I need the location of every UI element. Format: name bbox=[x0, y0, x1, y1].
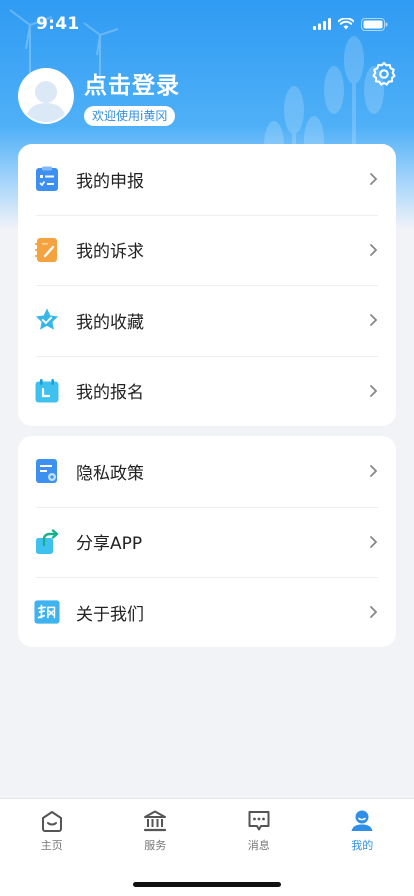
menu-item-label: 我的申报 bbox=[76, 171, 144, 192]
settings-gear-icon[interactable] bbox=[370, 60, 398, 88]
primary-menu-card: 我的申报 我的诉求 我的收藏 我的报名 bbox=[18, 144, 396, 426]
chevron-right-icon bbox=[370, 314, 378, 327]
default-avatar-icon bbox=[25, 81, 67, 122]
about-logo-icon bbox=[34, 599, 60, 625]
welcome-badge: 欢迎使用i黄冈 bbox=[84, 106, 176, 126]
share-icon bbox=[34, 529, 60, 555]
secondary-menu-card: 隐私政策 分享APP 关于我们 bbox=[18, 436, 396, 647]
tab-profile[interactable]: 我的 bbox=[311, 799, 414, 859]
chevron-right-icon bbox=[370, 384, 378, 397]
tab-home[interactable]: 主页 bbox=[0, 799, 104, 859]
favorite-star-icon bbox=[34, 307, 60, 333]
menu-item-label: 关于我们 bbox=[76, 604, 144, 625]
registration-calendar-icon bbox=[34, 378, 60, 404]
menu-item-favorites[interactable]: 我的收藏 bbox=[18, 285, 396, 356]
wifi-icon bbox=[338, 18, 354, 30]
appeal-icon bbox=[34, 237, 60, 263]
home-indicator bbox=[133, 882, 281, 887]
message-icon bbox=[248, 811, 270, 831]
menu-item-registration[interactable]: 我的报名 bbox=[18, 355, 396, 427]
home-icon bbox=[41, 811, 62, 832]
menu-item-label: 我的诉求 bbox=[76, 242, 144, 263]
tab-messages[interactable]: 消息 bbox=[207, 799, 311, 859]
menu-item-label: 我的报名 bbox=[76, 383, 144, 404]
tab-service[interactable]: 服务 bbox=[104, 799, 208, 859]
status-time: 9:41 bbox=[36, 14, 80, 34]
battery-icon bbox=[361, 17, 388, 31]
service-bank-icon bbox=[144, 810, 167, 832]
profile-login-area[interactable]: 点击登录 欢迎使用i黄冈 bbox=[18, 66, 180, 126]
login-title[interactable]: 点击登录 bbox=[84, 66, 180, 100]
menu-item-label: 隐私政策 bbox=[76, 463, 144, 484]
menu-item-privacy-policy[interactable]: 隐私政策 bbox=[18, 436, 396, 507]
chevron-right-icon bbox=[370, 535, 378, 548]
menu-item-declaration[interactable]: 我的申报 bbox=[18, 144, 396, 215]
menu-item-appeal[interactable]: 我的诉求 bbox=[18, 214, 396, 286]
avatar[interactable] bbox=[18, 68, 74, 124]
tab-label: 消息 bbox=[247, 839, 270, 852]
profile-icon bbox=[351, 810, 373, 831]
tab-label: 服务 bbox=[144, 839, 167, 852]
chevron-right-icon bbox=[370, 173, 378, 186]
cellular-signal-icon bbox=[313, 18, 331, 30]
chevron-right-icon bbox=[370, 243, 378, 256]
tab-label: 我的 bbox=[351, 839, 374, 852]
menu-item-label: 分享APP bbox=[76, 534, 143, 555]
chevron-right-icon bbox=[370, 606, 378, 619]
menu-item-share-app[interactable]: 分享APP bbox=[18, 506, 396, 578]
menu-item-label: 我的收藏 bbox=[76, 312, 144, 333]
declaration-icon bbox=[34, 166, 60, 192]
tab-label: 主页 bbox=[40, 839, 63, 852]
privacy-policy-icon bbox=[34, 458, 60, 484]
status-icons bbox=[313, 17, 388, 31]
status-bar: 9:41 bbox=[0, 0, 414, 48]
menu-item-about-us[interactable]: 关于我们 bbox=[18, 577, 396, 648]
chevron-right-icon bbox=[370, 465, 378, 478]
